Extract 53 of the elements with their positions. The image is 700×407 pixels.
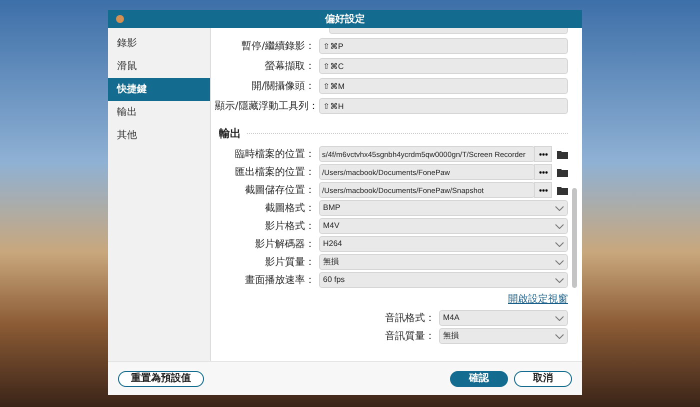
chevron-icon bbox=[555, 260, 564, 264]
shortcut-field[interactable]: ⇧⌘C bbox=[319, 58, 568, 74]
section-title: 輸出 bbox=[219, 126, 241, 140]
shortcut-field[interactable]: ⇧⌘H bbox=[319, 98, 568, 114]
sidebar-item[interactable]: 錄影 bbox=[108, 32, 210, 55]
chevron-icon bbox=[555, 242, 564, 246]
more-icon bbox=[538, 152, 548, 156]
settings-link[interactable]: 開啟設定視窗 bbox=[508, 292, 568, 306]
field-label: 音訊質量： bbox=[384, 330, 436, 343]
field-label: 截圖格式： bbox=[264, 202, 316, 215]
chevron-icon bbox=[555, 316, 564, 320]
field-label: 匯出檔案的位置： bbox=[234, 166, 316, 179]
sidebar-item[interactable]: 滑鼠 bbox=[108, 55, 210, 78]
chevron-icon bbox=[555, 224, 564, 228]
confirm-button[interactable]: 確認 bbox=[450, 370, 508, 386]
dropdown[interactable]: M4A bbox=[439, 310, 568, 326]
shortcut-field[interactable]: ⇧⌘P bbox=[319, 38, 568, 54]
browse-button[interactable] bbox=[534, 146, 552, 162]
dropdown[interactable]: 無損 bbox=[319, 254, 568, 270]
browse-button[interactable] bbox=[534, 182, 552, 198]
field-label: 影片解碼器： bbox=[254, 238, 316, 251]
sidebar-item[interactable]: 輸出 bbox=[108, 101, 210, 124]
window-title: 偏好設定 bbox=[325, 12, 365, 26]
field-label: 影片質量： bbox=[264, 256, 316, 269]
field-label: 截圖儲存位置： bbox=[244, 184, 316, 197]
dropdown[interactable]: H264 bbox=[319, 236, 568, 252]
field-label: 顯示/隱藏浮動工具列： bbox=[215, 100, 319, 113]
folder-icon[interactable] bbox=[557, 186, 568, 194]
more-icon bbox=[538, 188, 548, 192]
field-label: 臨時檔案的位置： bbox=[234, 148, 316, 161]
more-icon bbox=[538, 170, 548, 174]
reset-button[interactable]: 重置為預設值 bbox=[118, 370, 204, 386]
chevron-icon bbox=[555, 278, 564, 282]
folder-icon[interactable] bbox=[557, 150, 568, 158]
dropdown[interactable]: 無損 bbox=[439, 328, 568, 344]
dropdown[interactable]: M4V bbox=[319, 218, 568, 234]
field-label: 影片格式： bbox=[264, 220, 316, 233]
cancel-button[interactable]: 取消 bbox=[514, 370, 572, 386]
chevron-icon bbox=[555, 206, 564, 210]
field-label: 暫停/繼續錄影： bbox=[240, 40, 316, 53]
field-label: 畫面播放速率： bbox=[244, 274, 316, 287]
browse-button[interactable] bbox=[534, 164, 552, 180]
dropdown[interactable]: 60 fps bbox=[319, 272, 568, 288]
shortcut-field[interactable]: ⇧⌘M bbox=[319, 78, 568, 94]
field-label: 開/關攝像頭： bbox=[250, 80, 316, 93]
folder-icon[interactable] bbox=[557, 168, 568, 176]
chevron-icon bbox=[555, 334, 564, 338]
sidebar-item[interactable]: 其他 bbox=[108, 124, 210, 147]
scrollbar[interactable] bbox=[572, 188, 577, 288]
field-label: 音訊格式： bbox=[384, 312, 436, 325]
dropdown[interactable]: BMP bbox=[319, 200, 568, 216]
field-label: 螢幕擷取： bbox=[264, 60, 316, 73]
sidebar-item[interactable]: 快捷鍵 bbox=[108, 78, 210, 101]
